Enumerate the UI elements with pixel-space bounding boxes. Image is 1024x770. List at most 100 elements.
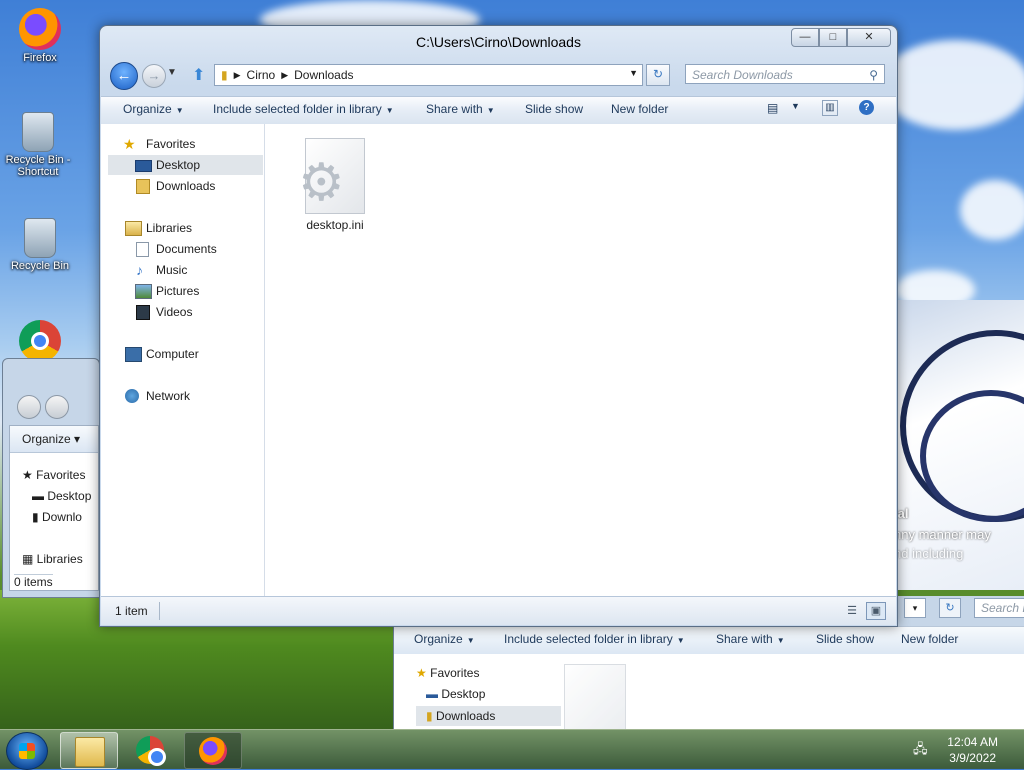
address-dropdown-icon[interactable]: ▼: [629, 68, 638, 78]
back-nav-icon: [17, 395, 41, 419]
preview-pane-icon[interactable]: ▥: [822, 100, 838, 116]
navigation-pane: ★ Favorites Desktop Downloads Libraries …: [101, 124, 265, 596]
libraries-icon: [125, 221, 142, 236]
address-dropdown[interactable]: ▾: [904, 598, 926, 618]
address-bar[interactable]: ▮ ▶ Cirno ▶ Downloads ▼: [214, 64, 643, 86]
nav-documents[interactable]: Documents: [101, 239, 261, 259]
nav-downloads[interactable]: Downloads: [101, 176, 261, 196]
file-item[interactable]: desktop.ini: [295, 138, 375, 232]
nav-libraries[interactable]: ▦ Libraries: [22, 552, 83, 566]
cloud: [960, 180, 1024, 240]
taskbar-firefox[interactable]: [184, 732, 242, 769]
item-count: 1 item: [115, 604, 148, 618]
new-folder-button[interactable]: New folder: [611, 102, 668, 116]
file-list[interactable]: desktop.ini: [265, 124, 896, 596]
minimize-button[interactable]: —: [791, 28, 819, 47]
organize-button[interactable]: Organize ▼: [414, 632, 475, 646]
nav-network[interactable]: Network: [101, 386, 261, 406]
breadcrumb-arrow-icon[interactable]: ▶: [281, 70, 288, 81]
firefox-icon: [199, 737, 227, 765]
view-dropdown-icon[interactable]: ▼: [791, 101, 800, 111]
taskbar-chrome[interactable]: [122, 732, 178, 767]
new-folder-button[interactable]: New folder: [901, 632, 958, 646]
share-with-button[interactable]: Share with ▼: [426, 102, 495, 116]
share-with-button[interactable]: Share with ▼: [716, 632, 785, 646]
settings-file-icon: [298, 138, 365, 214]
star-icon: ★: [123, 136, 136, 152]
nav-desktop[interactable]: ▬ Desktop: [426, 687, 485, 701]
close-button[interactable]: ✕: [847, 28, 891, 47]
slide-show-button[interactable]: Slide show: [525, 102, 583, 116]
details-view-icon[interactable]: ☰: [842, 602, 862, 620]
include-library-button[interactable]: Include selected folder in library ▼: [213, 102, 394, 116]
nav-videos[interactable]: Videos: [101, 302, 261, 322]
desktop-icon: [135, 160, 152, 172]
up-arrow-icon[interactable]: ⬆: [192, 65, 205, 85]
recent-pages-button[interactable]: ▼: [167, 67, 177, 78]
nav-libraries[interactable]: Libraries: [101, 218, 261, 238]
documents-icon: [136, 242, 149, 257]
folder-icon: ▮: [221, 68, 228, 82]
nav-favorites[interactable]: ★ Favorites: [22, 468, 85, 482]
status-count: 0 items: [14, 574, 53, 589]
search-input[interactable]: Search D: [974, 598, 1024, 618]
file-name: desktop.ini: [306, 218, 364, 232]
desktop-icon-label: Firefox: [23, 52, 57, 64]
cloud: [880, 40, 1024, 130]
file-icon: [564, 664, 626, 730]
network-icon: [125, 389, 139, 403]
breadcrumb-downloads[interactable]: Downloads: [294, 68, 353, 82]
search-icon[interactable]: ⚲: [869, 65, 878, 85]
nav-computer[interactable]: Computer: [101, 344, 261, 364]
slide-show-button[interactable]: Slide show: [816, 632, 874, 646]
breadcrumb-cirno[interactable]: Cirno: [247, 68, 276, 82]
desktop-icon-recycle-bin-shortcut[interactable]: Recycle Bin - Shortcut: [0, 112, 78, 178]
pictures-icon: [135, 284, 152, 299]
status-separator: [159, 602, 160, 620]
nav-downloads[interactable]: ▮ Downlo: [32, 510, 82, 524]
help-icon[interactable]: ?: [859, 100, 874, 115]
wallpaper-text: nd including: [894, 546, 964, 561]
desktop-icon: ▬: [426, 687, 438, 701]
chrome-icon: [136, 736, 166, 766]
nav-pictures[interactable]: Pictures: [101, 281, 261, 301]
nav-downloads[interactable]: ▮ Downloads: [416, 706, 561, 726]
desktop-icon-firefox[interactable]: Firefox: [0, 8, 80, 64]
back-button[interactable]: ←: [110, 62, 138, 90]
downloads-folder-icon: ▮: [426, 709, 433, 723]
change-view-icon[interactable]: ▤: [767, 101, 778, 115]
nav-favorites[interactable]: ★ Favorites: [416, 666, 479, 680]
refresh-button[interactable]: ↻: [646, 64, 670, 86]
clock-time: 12:04 AM: [947, 735, 998, 749]
desktop-icon-label: Recycle Bin: [10, 260, 70, 272]
start-button[interactable]: [6, 732, 48, 770]
nav-music[interactable]: ♪ Music: [101, 260, 261, 280]
status-bar: 1 item ☰ ▣: [101, 596, 896, 625]
explorer-window[interactable]: C:\Users\Cirno\Downloads — □ ✕ ← → ▼ ⬆ ▮…: [99, 25, 898, 627]
forward-button[interactable]: →: [142, 64, 166, 88]
computer-icon: [125, 347, 142, 362]
forward-nav-icon: [45, 395, 69, 419]
maximize-button[interactable]: □: [819, 28, 847, 47]
nav-favorites[interactable]: ★ Favorites: [101, 134, 261, 154]
music-icon: ♪: [136, 262, 143, 278]
organize-button[interactable]: Organize ▼: [123, 102, 184, 116]
downloads-folder-icon: [136, 179, 150, 194]
nav-desktop[interactable]: ▬ Desktop: [32, 489, 91, 503]
organize-button[interactable]: Organize ▾: [22, 432, 80, 446]
recycle-bin-icon: [24, 218, 56, 258]
videos-icon: [136, 305, 150, 320]
include-library-button[interactable]: Include selected folder in library ▼: [504, 632, 685, 646]
clock-date: 3/9/2022: [949, 751, 996, 765]
network-status-icon[interactable]: 🖧: [913, 740, 931, 756]
breadcrumb-arrow-icon[interactable]: ▶: [234, 70, 241, 81]
refresh-button[interactable]: ↻: [939, 598, 961, 618]
search-input[interactable]: Search Downloads ⚲: [685, 64, 885, 84]
nav-desktop[interactable]: Desktop: [108, 155, 263, 175]
desktop-icon-recycle-bin[interactable]: Recycle Bin: [0, 218, 80, 272]
taskbar-explorer[interactable]: [60, 732, 118, 769]
background-explorer-window[interactable]: Organize ▾ ★ Favorites ▬ Desktop ▮ Downl…: [2, 358, 100, 598]
large-icons-view-icon[interactable]: ▣: [866, 602, 886, 620]
star-icon: ★: [416, 666, 427, 680]
clock[interactable]: 12:04 AM 3/9/2022: [947, 734, 998, 766]
